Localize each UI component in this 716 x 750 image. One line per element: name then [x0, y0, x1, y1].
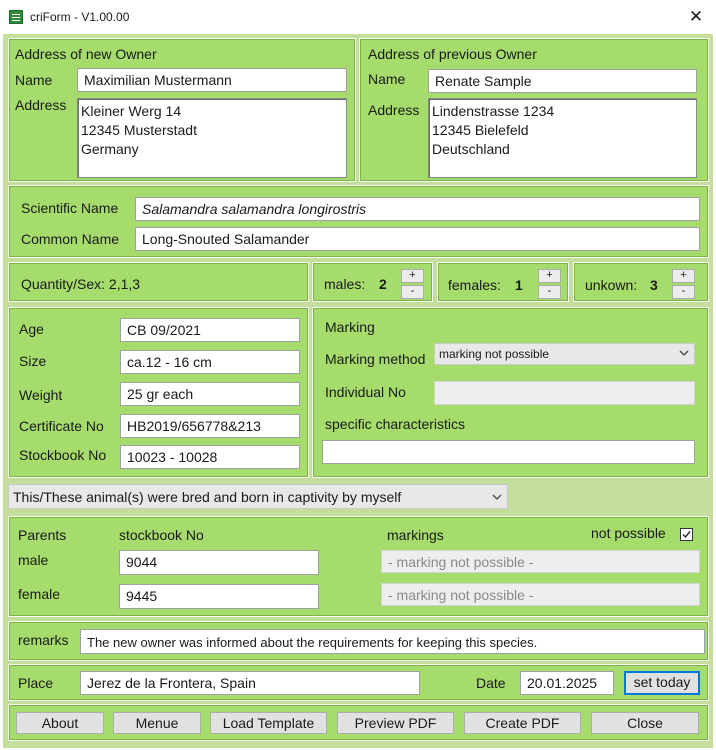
marking-panel: Marking Marking method marking not possi… — [312, 307, 709, 478]
remarks-input[interactable]: The new owner was informed about the req… — [80, 629, 705, 654]
place-input[interactable]: Jerez de la Frontera, Spain — [80, 671, 420, 695]
previous-owner-heading: Address of previous Owner — [368, 46, 537, 62]
unknown-increment-button[interactable]: + — [672, 269, 695, 283]
form-client-area: Address of new Owner Name Maximilian Mus… — [3, 34, 713, 748]
not-possible-checkbox[interactable] — [680, 528, 693, 541]
males-label: males: — [324, 276, 366, 292]
weight-label: Weight — [19, 387, 63, 403]
females-count: 1 — [515, 277, 523, 293]
form-icon — [9, 10, 23, 24]
males-decrement-button[interactable]: - — [401, 285, 424, 299]
stockbook-label: Stockbook No — [19, 447, 107, 463]
previous-owner-address-input[interactable]: Lindenstrasse 1234 12345 Bielefeld Deuts… — [428, 98, 697, 178]
marking-method-select[interactable]: marking not possible — [434, 343, 695, 365]
new-owner-name-label: Name — [15, 72, 53, 88]
previous-owner-address-label: Address — [368, 102, 420, 118]
animal-details-panel: Age CB 09/2021 Size ca.12 - 16 cm Weight… — [8, 307, 309, 478]
females-panel: females: 1 + - — [437, 262, 569, 302]
set-today-button[interactable]: set today — [624, 671, 700, 695]
menue-button[interactable]: Menue — [113, 712, 201, 734]
male-stockbook-input[interactable]: 9044 — [119, 550, 319, 575]
new-owner-name-input[interactable]: Maximilian Mustermann — [77, 68, 347, 92]
males-increment-button[interactable]: + — [401, 269, 424, 283]
load-template-button[interactable]: Load Template — [210, 712, 327, 734]
chevron-down-icon — [679, 350, 689, 356]
weight-input[interactable]: 25 gr each — [120, 382, 300, 406]
chevron-down-icon — [492, 494, 502, 500]
unknown-count: 3 — [650, 277, 658, 293]
date-input[interactable]: 20.01.2025 — [520, 671, 614, 695]
unknown-decrement-button[interactable]: - — [672, 285, 695, 299]
marking-method-value: marking not possible — [439, 347, 550, 361]
new-owner-heading: Address of new Owner — [15, 46, 157, 62]
common-name-label: Common Name — [21, 231, 120, 247]
age-label: Age — [19, 321, 44, 337]
males-count: 2 — [379, 276, 387, 292]
new-owner-address-input[interactable]: Kleiner Werg 14 12345 Musterstadt German… — [77, 98, 347, 178]
title-bar: criForm - V1.00.00 ✕ — [0, 0, 716, 34]
previous-owner-name-input[interactable]: Renate Sample — [428, 69, 697, 93]
not-possible-label: not possible — [591, 525, 666, 541]
remarks-label: remarks — [18, 632, 69, 648]
quantity-sex-label: Quantity/Sex: 2,1,3 — [21, 276, 141, 292]
female-marking-input[interactable]: - marking not possible - — [381, 583, 700, 606]
quantity-panel: Quantity/Sex: 2,1,3 — [8, 262, 309, 302]
create-pdf-button[interactable]: Create PDF — [464, 712, 581, 734]
close-button[interactable]: Close — [591, 712, 699, 734]
marking-heading: Marking — [325, 319, 375, 335]
female-stockbook-input[interactable]: 9445 — [119, 584, 319, 609]
certificate-label: Certificate No — [19, 418, 104, 434]
remarks-panel: remarks The new owner was informed about… — [8, 621, 709, 661]
previous-owner-name-label: Name — [368, 71, 406, 87]
scientific-name-label: Scientific Name — [21, 200, 119, 216]
origin-value: This/These animal(s) were bred and born … — [13, 489, 402, 505]
unknown-label: unkown: — [585, 277, 638, 293]
new-owner-panel: Address of new Owner Name Maximilian Mus… — [8, 38, 356, 182]
female-label: female — [18, 586, 61, 602]
window-title: criForm - V1.00.00 — [30, 10, 130, 24]
species-panel: Scientific Name Salamandra salamandra lo… — [8, 185, 709, 258]
place-date-panel: Place Jerez de la Frontera, Spain Date 2… — [8, 664, 709, 701]
male-marking-input[interactable]: - marking not possible - — [381, 550, 700, 573]
button-bar: About Menue Load Template Preview PDF Cr… — [8, 704, 709, 741]
females-label: females: — [448, 277, 501, 293]
preview-pdf-button[interactable]: Preview PDF — [337, 712, 454, 734]
specific-characteristics-input[interactable] — [322, 440, 695, 464]
parents-markings-heading: markings — [387, 527, 444, 543]
place-label: Place — [18, 675, 54, 691]
origin-select[interactable]: This/These animal(s) were bred and born … — [8, 484, 508, 509]
close-icon[interactable]: ✕ — [683, 4, 709, 30]
parents-panel: Parents stockbook No markings not possib… — [8, 516, 709, 617]
females-increment-button[interactable]: + — [538, 269, 561, 283]
individual-no-input[interactable] — [434, 381, 695, 405]
date-label: Date — [476, 675, 506, 691]
specific-characteristics-label: specific characteristics — [325, 416, 466, 432]
common-name-input[interactable]: Long-Snouted Salamander — [135, 227, 700, 251]
males-panel: males: 2 + - — [312, 262, 433, 302]
unknown-panel: unkown: 3 + - — [573, 262, 709, 302]
scientific-name-input[interactable]: Salamandra salamandra longirostris — [135, 197, 700, 221]
marking-method-label: Marking method — [325, 351, 426, 367]
stockbook-input[interactable]: 10023 - 10028 — [120, 445, 300, 469]
checkmark-icon — [682, 531, 691, 539]
females-decrement-button[interactable]: - — [538, 285, 561, 299]
individual-no-label: Individual No — [325, 384, 406, 400]
parents-heading: Parents — [18, 527, 67, 543]
size-input[interactable]: ca.12 - 16 cm — [120, 350, 300, 374]
about-button[interactable]: About — [16, 712, 104, 734]
parents-stockbook-heading: stockbook No — [119, 527, 204, 543]
new-owner-address-label: Address — [15, 97, 67, 113]
age-input[interactable]: CB 09/2021 — [120, 318, 300, 342]
previous-owner-panel: Address of previous Owner Name Renate Sa… — [359, 38, 709, 182]
certificate-input[interactable]: HB2019/656778&213 — [120, 414, 300, 438]
male-label: male — [18, 552, 49, 568]
size-label: Size — [19, 353, 47, 369]
